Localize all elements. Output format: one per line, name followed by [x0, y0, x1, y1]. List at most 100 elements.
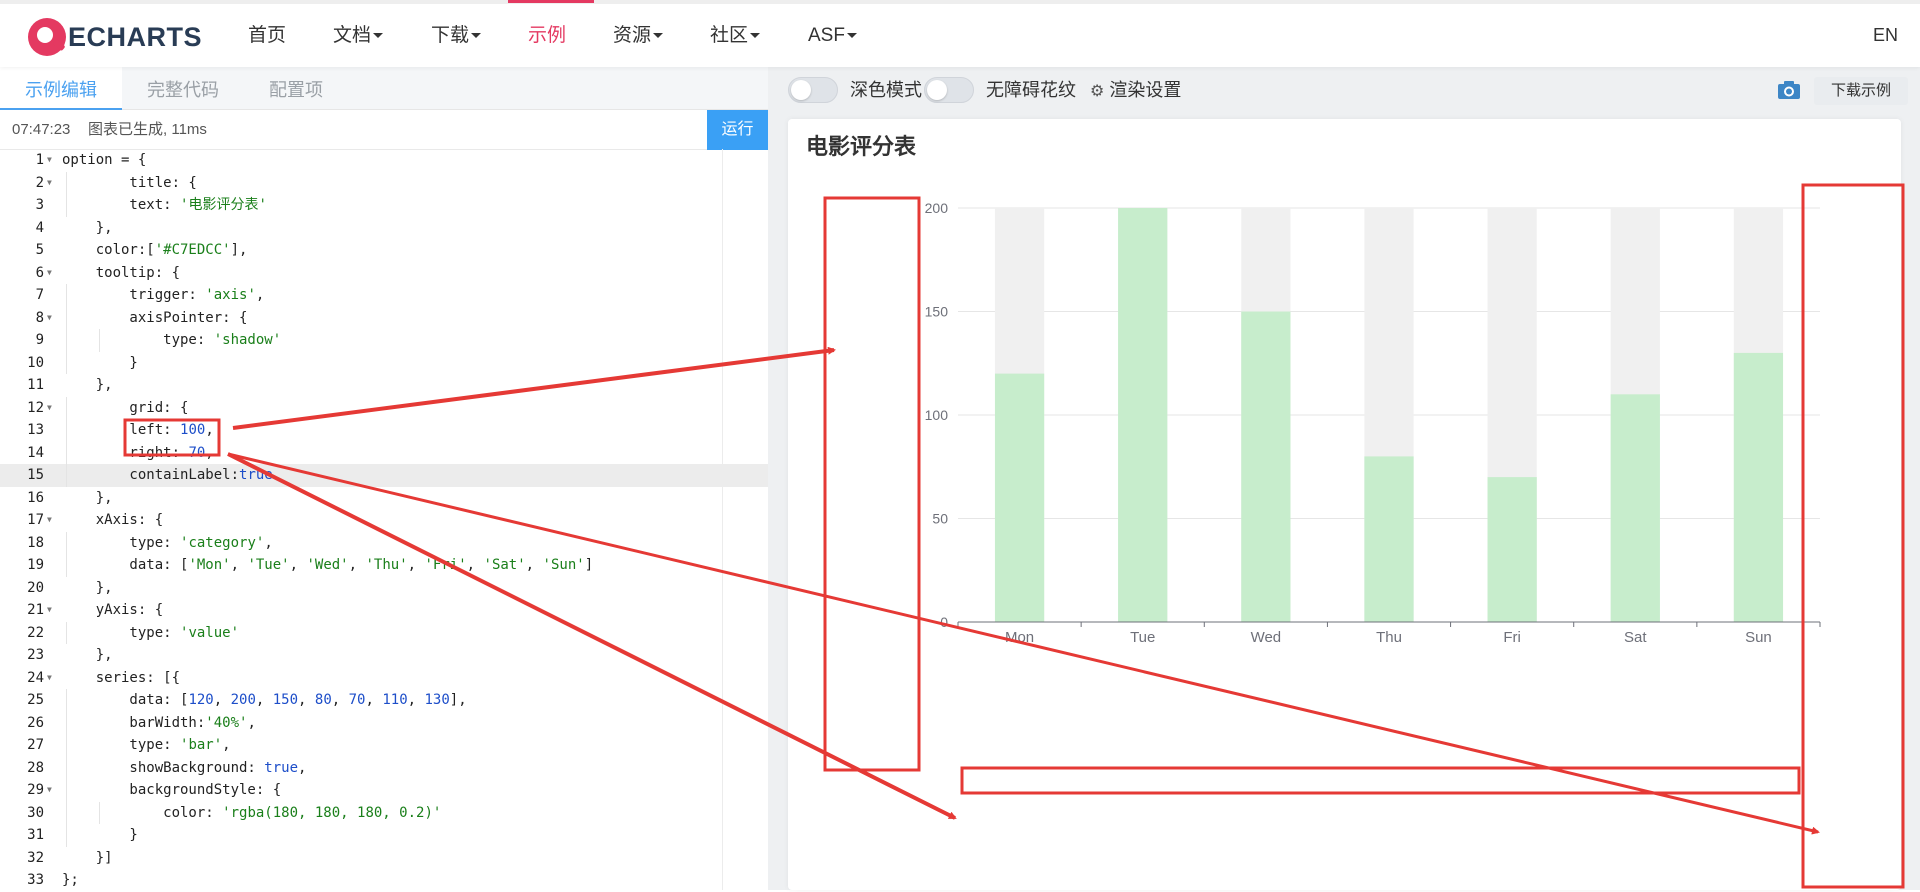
- y-tick-label: 50: [932, 511, 948, 527]
- code-text: left: 100,: [62, 422, 214, 438]
- line-number: 27: [27, 737, 44, 753]
- line-number: 18: [27, 534, 44, 551]
- fold-arrow-icon[interactable]: ▼: [47, 307, 52, 330]
- code-line[interactable]: 13 left: 100,: [0, 419, 768, 442]
- fold-arrow-icon[interactable]: ▼: [47, 599, 52, 622]
- code-line[interactable]: 14 right: 70,: [0, 441, 768, 464]
- line-number: 25: [27, 692, 44, 708]
- code-line[interactable]: 7 trigger: 'axis',: [0, 284, 768, 307]
- preview-toolbar: 深色模式 无障碍花纹 ⚙ 渲染设置 下载示例: [768, 67, 1920, 114]
- code-line[interactable]: 8 ▼ axisPointer: {: [0, 306, 768, 330]
- nav-item-label: 社区: [710, 25, 749, 46]
- x-tick-label: Tue: [1130, 629, 1155, 646]
- preview-panel: 深色模式 无障碍花纹 ⚙ 渲染设置 下载示例 电影评分表 0 50 100 150 200…: [768, 67, 1920, 890]
- nav-item-4[interactable]: 资源: [613, 4, 664, 67]
- tab-example-edit[interactable]: 示例编辑: [0, 67, 122, 110]
- code-line[interactable]: 22 type: 'value': [0, 621, 768, 644]
- code-text: },: [62, 579, 113, 596]
- code-line[interactable]: 21 ▼ yAxis: {: [0, 599, 768, 622]
- fold-arrow-icon[interactable]: ▼: [47, 397, 52, 420]
- line-number: 8: [35, 309, 44, 326]
- code-line[interactable]: 19 data: ['Mon', 'Tue', 'Wed', 'Thu', 'F…: [0, 554, 768, 577]
- nav-item-1[interactable]: 文档: [333, 4, 384, 67]
- code-line[interactable]: 26 barWidth:'40%',: [0, 711, 768, 734]
- code-line[interactable]: 24 ▼ series: [{: [0, 667, 768, 690]
- status-bar: 07:47:23 图表已生成, 11ms 运行: [0, 110, 768, 150]
- code-text: option = {: [62, 152, 147, 168]
- nav-item-0[interactable]: 首页: [248, 4, 286, 67]
- tab-config-options[interactable]: 配置项: [244, 67, 348, 110]
- render-settings[interactable]: ⚙ 渲染设置: [1090, 67, 1181, 115]
- line-number: 14: [27, 444, 44, 461]
- nav-item-5[interactable]: 社区: [710, 4, 761, 67]
- code-line[interactable]: 20 },: [0, 577, 768, 600]
- nav-item-3[interactable]: 示例: [528, 4, 566, 67]
- download-example-button[interactable]: 下载示例: [1814, 77, 1908, 105]
- line-number: 26: [27, 714, 44, 731]
- nav-item-6[interactable]: ASF: [808, 4, 857, 67]
- code-line[interactable]: 29 ▼ backgroundStyle: {: [0, 779, 768, 802]
- code-text: axisPointer: {: [62, 309, 248, 326]
- code-line[interactable]: 27 type: 'bar',: [0, 734, 768, 757]
- code-line[interactable]: 32 }]: [0, 847, 768, 870]
- line-number: 3: [35, 197, 44, 213]
- code-line[interactable]: 18 type: 'category',: [0, 531, 768, 554]
- line-number: 31: [27, 827, 44, 843]
- code-line[interactable]: 28 showBackground: true,: [0, 756, 768, 779]
- code-line[interactable]: 6 ▼ tooltip: {: [0, 262, 768, 285]
- code-line[interactable]: 23 },: [0, 644, 768, 667]
- dark-mode-toggle[interactable]: [788, 77, 838, 103]
- code-line[interactable]: 30 color: 'rgba(180, 180, 180, 0.2)': [0, 801, 768, 824]
- code-area[interactable]: 1 ▼ option = {2 ▼ title: {3 text: '电影评分表' 4 …: [0, 149, 768, 890]
- fold-arrow-icon[interactable]: ▼: [47, 779, 52, 802]
- language-switch[interactable]: EN: [1873, 4, 1898, 67]
- code-line[interactable]: 25 data: [120, 200, 150, 80, 70, 110, 13…: [0, 689, 768, 712]
- fold-arrow-icon[interactable]: ▼: [47, 509, 52, 532]
- accessibility-toggle[interactable]: [924, 77, 974, 103]
- code-line[interactable]: 5 color:['#C7EDCC'],: [0, 239, 768, 262]
- code-line[interactable]: 31 }: [0, 824, 768, 847]
- nav-item-2[interactable]: 下载: [431, 4, 482, 67]
- code-line[interactable]: 11 },: [0, 374, 768, 397]
- code-line[interactable]: 15 containLabel:true: [0, 464, 768, 487]
- tab-full-code[interactable]: 完整代码: [122, 67, 244, 110]
- camera-icon[interactable]: [1777, 80, 1801, 100]
- code-text: type: 'value': [62, 624, 240, 641]
- fold-arrow-icon[interactable]: ▼: [47, 149, 52, 172]
- render-settings-label: 渲染设置: [1109, 80, 1182, 100]
- fold-arrow-icon[interactable]: ▼: [47, 262, 52, 285]
- code-line[interactable]: 10 }: [0, 351, 768, 374]
- line-number: 30: [27, 804, 44, 821]
- line-number: 2: [35, 174, 44, 191]
- code-text: yAxis: {: [62, 602, 164, 618]
- code-text: data: [120, 200, 150, 80, 70, 110, 130],: [62, 692, 467, 708]
- code-text: showBackground: true,: [62, 759, 307, 776]
- line-number: 17: [27, 512, 44, 528]
- editor-tabs: 示例编辑 完整代码 配置项: [0, 67, 768, 110]
- code-text: type: 'category',: [62, 534, 273, 551]
- code-line[interactable]: 3 text: '电影评分表': [0, 194, 768, 217]
- code-line[interactable]: 16 },: [0, 487, 768, 510]
- code-line[interactable]: 17 ▼ xAxis: {: [0, 509, 768, 532]
- fold-arrow-icon[interactable]: ▼: [47, 667, 52, 690]
- code-line[interactable]: 1 ▼ option = {: [0, 149, 768, 172]
- bar-chart[interactable]: 电影评分表 0 50 100 150 200 Mon Tue Wed Thu Fri Sat Sun: [788, 119, 1901, 890]
- line-number: 12: [27, 399, 44, 416]
- accessibility-label: 无障碍花纹: [986, 80, 1076, 100]
- y-tick-label: 150: [925, 304, 949, 320]
- x-tick-label: Sun: [1745, 629, 1772, 646]
- line-number: 20: [27, 579, 44, 596]
- echarts-logo-icon: [28, 18, 66, 56]
- code-line[interactable]: 4 },: [0, 217, 768, 240]
- code-line[interactable]: 33};: [0, 869, 768, 892]
- run-button[interactable]: 运行: [707, 110, 768, 150]
- line-number: 21: [27, 602, 44, 618]
- code-line[interactable]: 12 ▼ grid: {: [0, 396, 768, 420]
- echarts-logo[interactable]: ECHARTS: [28, 16, 202, 58]
- line-number: 6: [35, 264, 44, 281]
- code-line[interactable]: 9 type: 'shadow': [0, 329, 768, 352]
- fold-arrow-icon[interactable]: ▼: [47, 172, 52, 195]
- bar: [1733, 352, 1784, 622]
- line-number: 32: [27, 849, 44, 866]
- code-line[interactable]: 2 ▼ title: {: [0, 171, 768, 195]
